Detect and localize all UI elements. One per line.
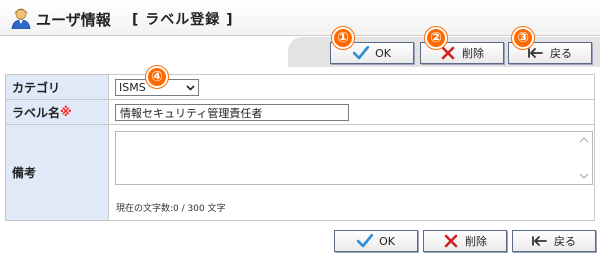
notes-textarea[interactable] (115, 131, 593, 185)
ok-label: OK (379, 234, 395, 248)
delete-label: 削除 (462, 47, 484, 60)
category-row: カテゴリ ISMS (6, 75, 594, 100)
label-form: カテゴリ ISMS ラベル名 ※ 情報セキュリティ管理責任者 備考 現在の文字数:… (5, 74, 595, 221)
back-label: 戻る (554, 235, 576, 248)
check-icon (357, 234, 374, 248)
annotation-badge-2: ② (425, 27, 447, 49)
ok-button-bottom[interactable]: OK (334, 230, 418, 252)
notes-label: 備考 (6, 125, 109, 220)
label-name-input[interactable]: 情報セキュリティ管理責任者 (115, 104, 349, 121)
x-icon (444, 234, 458, 248)
label-name-label: ラベル名 ※ (6, 100, 109, 124)
delete-button-bottom[interactable]: 削除 (423, 230, 507, 252)
ok-label: OK (375, 46, 391, 60)
x-icon (441, 46, 455, 60)
delete-label: 削除 (465, 235, 487, 248)
annotation-badge-1: ① (332, 27, 354, 49)
user-icon (11, 8, 31, 29)
label-name-text: ラベル名 (12, 105, 61, 120)
scroll-up-icon[interactable] (579, 136, 589, 144)
annotation-badge-3: ③ (512, 27, 534, 49)
page-subtitle: [ ラベル登録 ] (132, 12, 234, 28)
notes-row: 備考 現在の文字数:0 / 300 文字 (6, 125, 594, 220)
page-title: ユーザ情報 (36, 11, 111, 29)
category-selected-value: ISMS (119, 81, 146, 94)
scroll-down-icon[interactable] (579, 172, 589, 180)
back-arrow-icon (532, 236, 547, 246)
back-label: 戻る (550, 47, 572, 60)
required-mark: ※ (60, 105, 72, 119)
annotation-badge-4: ④ (146, 66, 168, 88)
char-counter: 現在の文字数:0 / 300 文字 (116, 204, 226, 214)
back-button-bottom[interactable]: 戻る (512, 230, 596, 252)
check-icon (353, 46, 370, 60)
category-label: カテゴリ (6, 75, 109, 99)
page-header: ユーザ情報 [ ラベル登録 ] (0, 0, 600, 36)
label-name-row: ラベル名 ※ 情報セキュリティ管理責任者 (6, 100, 594, 125)
chevron-down-icon (186, 85, 195, 91)
back-arrow-icon (528, 48, 543, 58)
